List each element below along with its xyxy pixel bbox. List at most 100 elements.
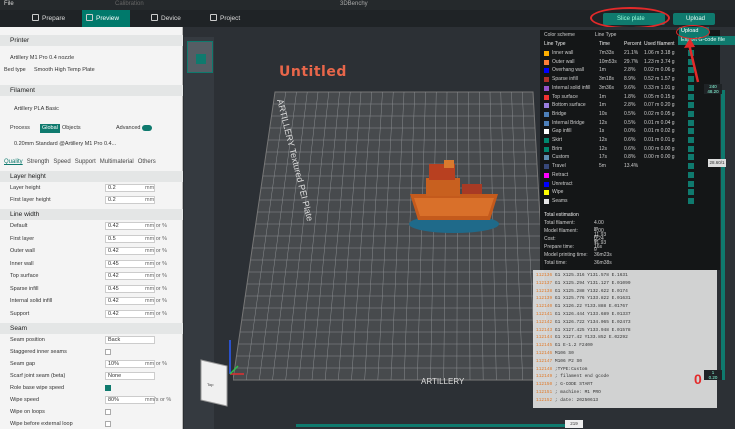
printer-select[interactable]: Artillery M1 Pro 0.4 nozzle [0,54,183,63]
move-slider-value[interactable]: 219 [565,420,583,428]
estimation-key: Total time: [544,260,567,266]
printer-section: Printer [0,35,183,46]
legend-time: 12s [599,119,608,126]
seam-position-select[interactable]: Back [105,336,155,344]
gcode-viewer[interactable]: 112136 G1 X125.316 Y131.578 E.1631 112137… [533,270,717,408]
subtab-others[interactable]: Others [138,159,156,165]
layer-slider-top[interactable]: 240 48.20 [704,84,722,94]
gcode-line-number: 112151 [536,390,553,395]
tab-device[interactable]: Device [147,10,195,27]
legend-row[interactable]: Internal solid infill 3m36s 9.6% 0.33 m 1.0… [544,84,718,92]
legend-visibility-checkbox[interactable] [688,128,694,135]
legend-visibility-checkbox[interactable] [688,189,694,196]
line-width-label: First layer [10,235,35,242]
subtab-multimaterial[interactable]: Multimaterial [100,159,134,165]
legend-visibility-checkbox[interactable] [688,93,694,100]
file-menu[interactable]: File [4,1,14,7]
benchy-model [409,160,499,233]
legend-swatch [544,103,549,109]
legend-swatch [544,51,549,56]
tab-preview[interactable]: Preview [82,10,130,27]
subtab-support[interactable]: Support [75,159,96,165]
legend-visibility-checkbox[interactable] [688,163,694,170]
view-cube[interactable]: Top [199,356,229,408]
gcode-line-number: 112146 [536,351,553,356]
gcode-line-number: 112138 [536,288,553,294]
line-width-row: Internal solid infill 0.42 mm or % [0,297,183,306]
legend-row[interactable]: Retract [544,171,718,179]
estimation-value: 36m38s [594,260,612,266]
legend-time: 12s [599,137,608,143]
legend-row[interactable]: Bottom surface 1m 2.8% 0.07 m 0.20 g [544,101,718,109]
wipe-before-checkbox[interactable] [105,421,111,427]
line-width-label: Internal solid infill [10,298,53,304]
tab-prepare[interactable]: Prepare [28,10,76,27]
legend-row[interactable]: Brim 12s 0.6% 0.00 m 0.00 g [544,145,718,153]
legend-row[interactable]: Wipe [544,188,718,196]
legend-visibility-checkbox[interactable] [688,197,694,204]
legend-visibility-checkbox[interactable] [688,137,694,143]
legend-visibility-checkbox[interactable] [688,154,694,161]
legend-visibility-checkbox[interactable] [688,119,694,126]
legend-percent: 0.6% [624,137,636,143]
plate-thumbnail-1[interactable] [187,41,213,73]
layer-slider-bottom[interactable]: 1 0.20 [704,370,722,380]
legend-row[interactable]: Internal Bridge 12s 0.5% 0.01 m 0.04 g [544,119,718,127]
staggered-checkbox[interactable] [105,349,111,355]
filament-select[interactable]: Artillery PLA Basic [0,105,183,114]
legend-row[interactable]: Skirt 12s 0.6% 0.01 m 0.01 g [544,136,718,144]
role-wipe-checkbox[interactable] [105,385,111,391]
gcode-line-number: 112137 [536,280,553,286]
estimation-row: Prepare time: 16s [544,244,602,250]
legend-visibility-checkbox[interactable] [688,171,694,178]
advanced-toggle[interactable] [142,125,152,131]
subtab-quality[interactable]: Quality [4,159,23,165]
scarf-select[interactable]: None [105,372,155,380]
legend-row[interactable]: Travel 5m 13.4% [544,162,718,170]
color-scheme-label: Color scheme [544,32,575,38]
legend-swatch [544,190,549,196]
bed-type-select[interactable]: Smooth High Temp Plate [34,66,95,75]
legend-name: Inner wall [552,50,574,56]
gcode-line-text: G1 X126.722 Y134.065 E.02473 [554,319,631,325]
gcode-line: 112139 G1 X125.776 Y133.822 E.01631 [536,295,631,302]
line-width-row: Top surface 0.42 mm or % [0,272,183,281]
color-scheme-select[interactable]: Line Type [595,32,617,38]
layer-slider-track[interactable] [721,90,725,380]
legend-row[interactable]: Seams [544,197,718,205]
legend-time: 1m [599,93,606,100]
global-toggle[interactable]: Global [40,124,60,133]
advanced-label: Advanced [116,125,141,131]
legend-visibility-checkbox[interactable] [688,84,694,91]
objects-toggle[interactable]: Objects [62,124,81,133]
legend-row[interactable]: Unretract [544,180,718,188]
line-width-row: Default 0.42 mm or % [0,222,183,231]
legend-visibility-checkbox[interactable] [688,145,694,152]
legend-visibility-checkbox[interactable] [688,102,694,109]
legend-row[interactable]: Bridge 10s 0.5% 0.02 m 0.05 g [544,110,718,118]
legend-swatch [544,111,549,117]
legend-swatch [544,198,549,204]
legend-name: Internal Bridge [552,119,585,126]
legend-visibility-checkbox[interactable] [688,110,694,117]
legend-row[interactable]: Gap infill 1s 0.0% 0.01 m 0.02 g [544,127,718,135]
legend-percent: 0.6% [624,145,636,152]
legend-row[interactable]: Custom 17s 0.8% 0.00 m 0.00 g [544,153,718,161]
tab-project[interactable]: Project [206,10,254,27]
legend-name: Retract [552,171,569,178]
legend-visibility-checkbox[interactable] [688,180,694,187]
move-slider-track[interactable] [296,424,580,427]
legend-name: Seams [552,197,568,204]
wipe-loops-checkbox[interactable] [105,409,111,415]
layer-slider-value[interactable]: 28.60/1 [708,159,726,167]
upload-button[interactable]: Upload [673,13,715,25]
legend-percent: 21.1% [624,50,639,56]
legend-row[interactable]: Top surface 1m 1.8% 0.05 m 0.15 g [544,93,718,101]
line-width-unit: mm or % [145,273,167,279]
legend-percent: 0.5% [624,119,636,126]
subtab-speed[interactable]: Speed [53,159,70,165]
process-preset-select[interactable]: 0.20mm Standard @Artillery M1 Pro 0.4... [0,140,183,149]
seam-position-row: Seam position Back [0,336,183,345]
legend-swatch [544,172,549,178]
subtab-strength[interactable]: Strength [27,159,50,165]
